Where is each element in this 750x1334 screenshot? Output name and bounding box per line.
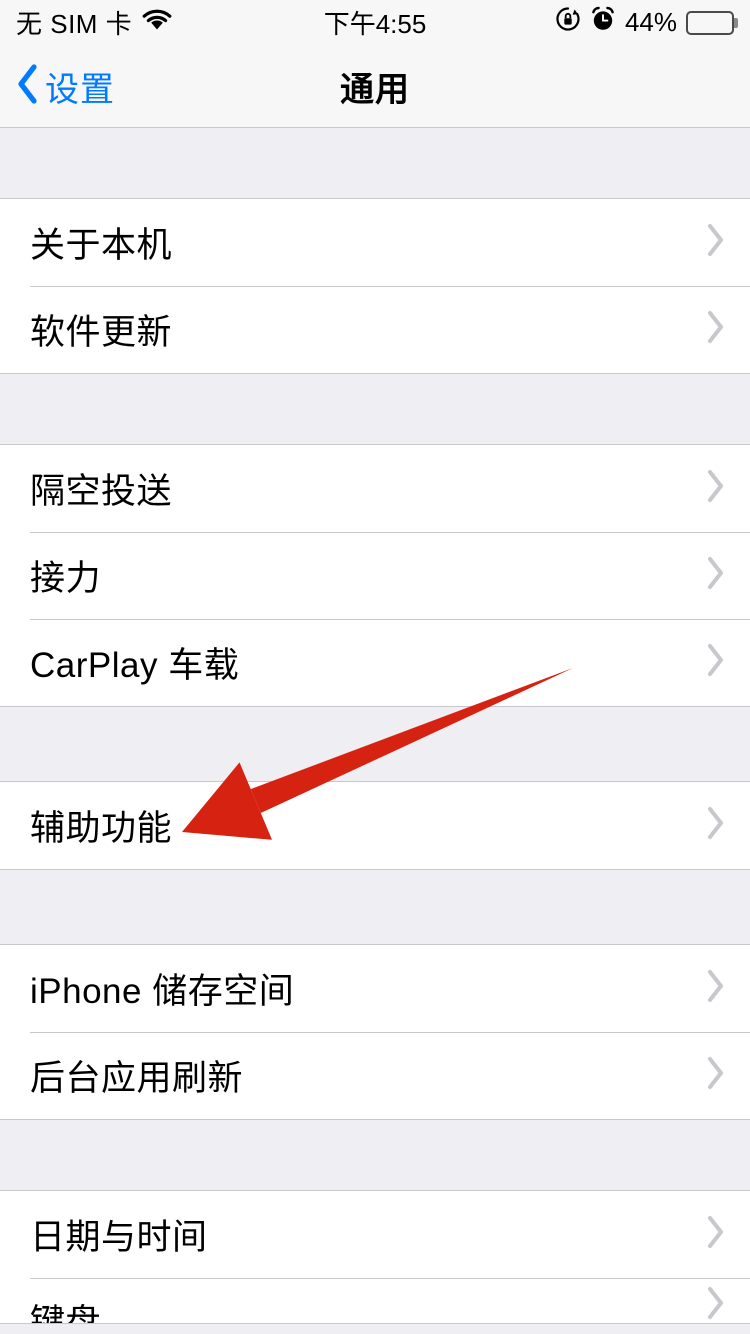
section-device-info: 关于本机 软件更新 <box>0 198 750 374</box>
chevron-right-icon <box>706 310 726 349</box>
chevron-right-icon <box>706 223 726 262</box>
chevron-right-icon <box>706 969 726 1008</box>
chevron-left-icon <box>16 63 38 109</box>
list-item-software-update[interactable]: 软件更新 <box>0 286 750 373</box>
section-gap <box>0 707 750 781</box>
list-item-about[interactable]: 关于本机 <box>0 199 750 286</box>
section-storage: iPhone 储存空间 后台应用刷新 <box>0 944 750 1120</box>
section-gap <box>0 128 750 198</box>
chevron-right-icon <box>706 806 726 845</box>
back-button[interactable]: 设置 <box>0 62 115 111</box>
navigation-bar: 设置 通用 <box>0 45 750 128</box>
chevron-right-icon <box>706 1215 726 1254</box>
list-item-carplay[interactable]: CarPlay 车载 <box>0 619 750 706</box>
chevron-right-icon <box>706 556 726 595</box>
settings-list: 关于本机 软件更新 隔空投送 接力 CarPlay 车载 辅助功能 iPhone… <box>0 128 750 1324</box>
chevron-right-icon <box>706 469 726 508</box>
section-gap <box>0 1120 750 1190</box>
list-item-keyboard[interactable]: 键盘 <box>0 1278 750 1323</box>
list-item-label: 关于本机 <box>30 226 173 265</box>
list-item-label: 辅助功能 <box>30 809 173 848</box>
list-item-label: 接力 <box>30 559 102 598</box>
section-connectivity: 隔空投送 接力 CarPlay 车载 <box>0 444 750 707</box>
list-item-label: 软件更新 <box>30 313 173 352</box>
list-item-handoff[interactable]: 接力 <box>0 532 750 619</box>
list-item-label: 后台应用刷新 <box>30 1059 244 1098</box>
back-button-label: 设置 <box>45 70 115 109</box>
status-bar-time: 下午4:55 <box>323 9 427 39</box>
list-item-background-app-refresh[interactable]: 后台应用刷新 <box>0 1032 750 1119</box>
list-item-iphone-storage[interactable]: iPhone 储存空间 <box>0 945 750 1032</box>
section-gap <box>0 374 750 444</box>
status-bar: 无 SIM 卡 下午4:55 44% <box>0 0 750 45</box>
list-item-label: 日期与时间 <box>30 1218 208 1257</box>
chevron-right-icon <box>706 643 726 682</box>
list-item-airdrop[interactable]: 隔空投送 <box>0 445 750 532</box>
list-item-label: 键盘 <box>30 1303 102 1323</box>
battery-icon <box>686 10 738 35</box>
list-item-label: 隔空投送 <box>30 472 173 511</box>
chevron-right-icon <box>706 1056 726 1095</box>
section-accessibility: 辅助功能 <box>0 781 750 870</box>
list-item-label: iPhone 储存空间 <box>30 972 295 1011</box>
section-gap <box>0 870 750 944</box>
chevron-right-icon <box>706 1286 726 1323</box>
section-system: 日期与时间 键盘 <box>0 1190 750 1324</box>
list-item-date-time[interactable]: 日期与时间 <box>0 1191 750 1278</box>
list-item-accessibility[interactable]: 辅助功能 <box>0 782 750 869</box>
list-item-label: CarPlay 车载 <box>30 646 240 685</box>
